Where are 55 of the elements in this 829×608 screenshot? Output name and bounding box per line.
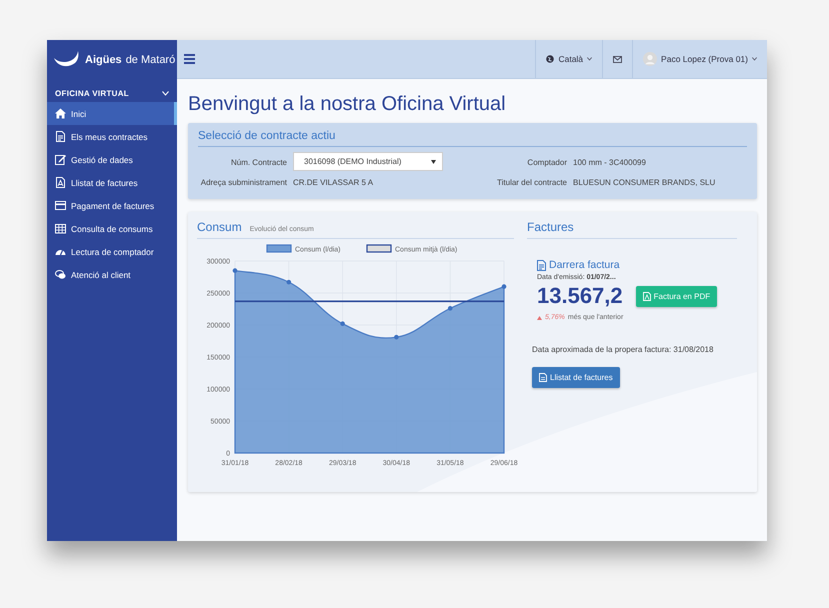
avatar-icon: [643, 52, 658, 66]
document-icon: [537, 260, 546, 270]
pdf-file-icon: [55, 177, 66, 188]
invoice-amount: 13.567,2: [537, 283, 623, 309]
legend-swatch: [366, 244, 392, 253]
sidebar-item[interactable]: Consulta de consums: [47, 217, 177, 240]
data-point: [286, 280, 292, 284]
menu-icon[interactable]: [184, 54, 195, 64]
document-icon: [55, 131, 66, 142]
field-value: 100 mm - 3C400099: [573, 157, 647, 169]
dropdown-arrow-icon: [431, 160, 436, 164]
caret-icon: [752, 57, 757, 61]
field-label: Adreça subministrament: [200, 177, 287, 189]
sidebar-item[interactable]: Inici: [47, 102, 177, 125]
table-icon: [55, 223, 66, 234]
logo-text: Aigües: [85, 54, 122, 66]
page-title: Benvingut a la nostra Oficina Virtual: [188, 93, 507, 116]
field-value: BLUESUN CONSUMER BRANDS, SLU: [573, 177, 716, 189]
home-icon: [55, 108, 66, 119]
sidebar-item[interactable]: Llistat de factures: [47, 171, 177, 194]
field-value: CR.DE VILASSAR 5 A: [293, 177, 374, 189]
sidebar-item[interactable]: Lectura de comptador: [47, 240, 177, 263]
invoice-title: Darrera factura: [549, 259, 620, 271]
field-label: Núm. Contracte: [230, 157, 287, 169]
language-menu[interactable]: Català: [535, 40, 602, 78]
sidebar-item[interactable]: Atenció al client: [47, 263, 177, 286]
pdf-file-icon: [642, 292, 651, 300]
contract-select[interactable]: 3016098 (DEMO Industrial): [293, 152, 443, 171]
edit-icon: [55, 154, 66, 165]
chevron-icon[interactable]: [162, 91, 169, 96]
envelope-icon[interactable]: [613, 56, 622, 62]
section-heading: OFICINA VIRTUAL: [55, 89, 129, 98]
user-menu[interactable]: Paco Lopez (Prova 01): [632, 40, 767, 78]
document-icon: [539, 373, 547, 382]
field-label: Titular del contracte: [496, 177, 567, 189]
data-point: [394, 334, 399, 340]
data-point: [232, 268, 238, 273]
card-title: Factures: [527, 220, 574, 234]
sidebar-item[interactable]: Gestió de dades: [47, 148, 177, 171]
next-invoice-date: Data aproximada de la propera factura: 31/08/2018: [532, 345, 714, 354]
credit-card-icon: [55, 200, 66, 211]
sidebar-item[interactable]: Pagament de factures: [47, 194, 177, 217]
invoice-list-button[interactable]: Llistat de factures: [532, 367, 620, 388]
field-label: Comptador: [526, 157, 567, 169]
card-title: Consum: [197, 220, 242, 234]
sidebar-item[interactable]: Els meus contractes: [47, 125, 177, 148]
logo-text: de Mataró: [126, 54, 176, 66]
caret-icon: [587, 57, 592, 61]
caret-up-icon: [537, 316, 542, 320]
legend-swatch: [266, 244, 292, 253]
chat-icon: [55, 269, 66, 280]
panel-title: Selecció de contracte actiu: [198, 130, 747, 147]
data-point: [448, 306, 452, 311]
data-point: [502, 284, 506, 289]
data-point: [340, 321, 345, 326]
